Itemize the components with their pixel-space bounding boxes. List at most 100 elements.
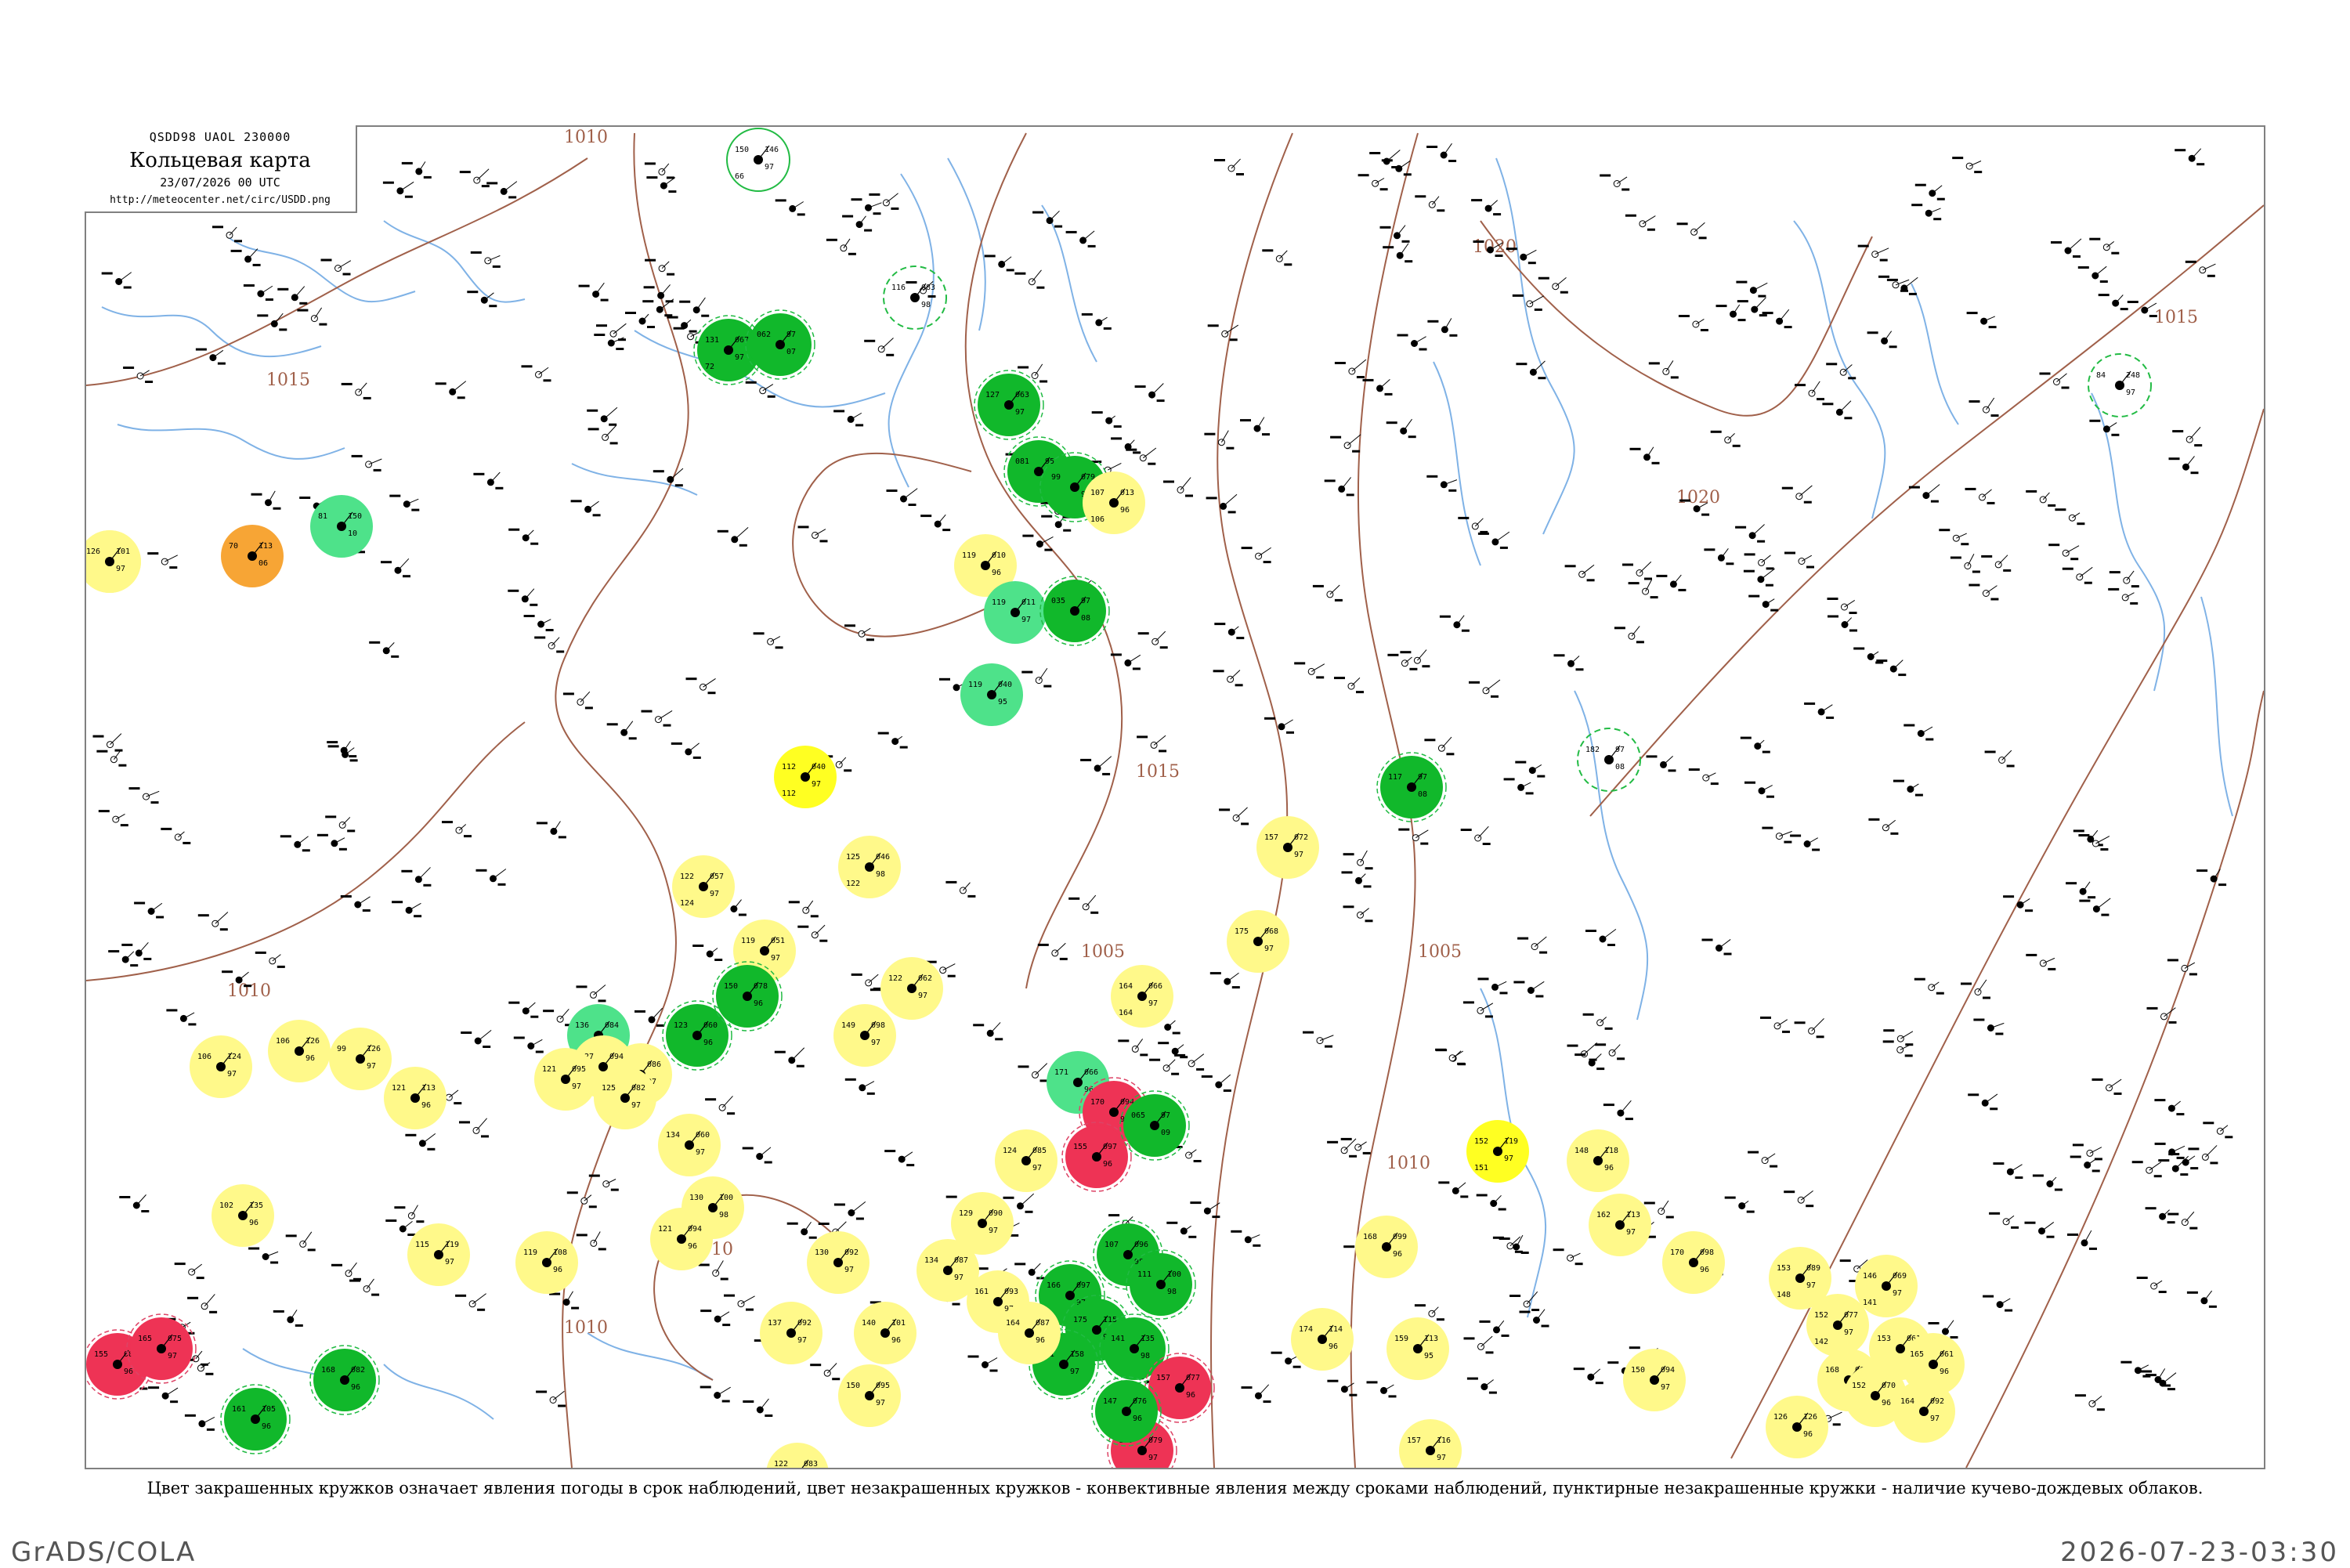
station-ring: 174 114 96: [1291, 1308, 1354, 1371]
station-value: 97: [1264, 945, 1274, 953]
station-mark: [1804, 702, 1835, 719]
station-ring: 126 126 96: [1766, 1396, 1828, 1458]
station-value: 97: [572, 1082, 581, 1091]
station-value: 113: [258, 542, 273, 551]
station-mark: [2079, 898, 2111, 916]
station-ring: 148 118 96: [1567, 1129, 1629, 1192]
station-mark: [1981, 555, 2012, 572]
station-mark: [1264, 717, 1294, 734]
station-value: 126: [367, 1045, 381, 1053]
station-mark: [1567, 1042, 1598, 1061]
station-mark: [2092, 1078, 2122, 1095]
station-ring: 159 113 95: [1386, 1317, 1449, 1380]
station-value: 97: [1504, 1154, 1513, 1163]
station-value: 113: [421, 1084, 436, 1093]
station-mark: [1081, 313, 1112, 330]
station-ring: 134 060 97: [658, 1114, 721, 1176]
station-mark: [576, 985, 606, 1003]
station-mark: [698, 1260, 728, 1281]
river-line: [947, 157, 986, 331]
station-value: 125: [846, 853, 860, 862]
station-value: 96: [553, 1266, 562, 1274]
weather-map: 1010101510051020101510151010102010101005…: [85, 125, 2265, 1469]
station-value: 150: [1631, 1366, 1645, 1375]
station-mark: [1828, 615, 1857, 632]
station-mark: [1748, 1151, 1778, 1168]
station-mark: [1517, 936, 1548, 954]
river-line: [1574, 690, 1649, 1021]
station-value: 087: [1036, 1319, 1050, 1328]
station-mark: [587, 406, 618, 426]
station-value: 152: [1814, 1311, 1828, 1320]
station-mark: [743, 1398, 773, 1417]
station-mark: [1762, 309, 1792, 329]
station-value: 96: [1329, 1342, 1338, 1351]
station-mark: [174, 1263, 204, 1280]
station-value: 153: [1877, 1335, 1891, 1343]
station-mark: [1762, 826, 1792, 844]
station-mark: [1438, 1181, 1469, 1198]
station-value: 087: [954, 1256, 968, 1265]
station-value: 96: [1103, 1160, 1112, 1169]
station-value: 111: [1137, 1270, 1152, 1279]
station-ring: 149 098 97: [833, 1004, 896, 1067]
station-mark: [2154, 1099, 2185, 1116]
station-value: 107: [1090, 489, 1104, 497]
station-value: 148: [1574, 1147, 1589, 1155]
station-mark: [1564, 564, 1595, 582]
station-value: 062: [757, 331, 771, 339]
station-value: 97: [1930, 1414, 1940, 1423]
station-value: 070: [1882, 1382, 1896, 1390]
station-value: 157: [1264, 833, 1278, 842]
station-value: 96: [421, 1101, 431, 1110]
station-value: 175: [1235, 927, 1249, 936]
station-ring: 146 069 97 141: [1855, 1255, 1918, 1317]
station-mark: [851, 973, 881, 990]
station-mark: [1595, 1043, 1625, 1060]
station-mark: [1952, 157, 1983, 174]
station-value: 170: [1670, 1248, 1684, 1257]
station-ring: 168 082 96: [309, 1345, 380, 1415]
station-mark: [1166, 1221, 1197, 1238]
station-value: 077: [1186, 1374, 1200, 1382]
station-value: 127: [985, 391, 1000, 399]
station-mark: [508, 528, 539, 545]
map-header: QSDD98 UAOL 230000 Кольцевая карта 23/07…: [85, 125, 357, 213]
station-mark: [2078, 834, 2110, 851]
station-mark: [2055, 508, 2085, 526]
station-ring: 121 113 96: [384, 1067, 446, 1129]
station-mark: [1965, 487, 1995, 504]
station-mark: [774, 1047, 805, 1068]
station-value: 092: [797, 1319, 812, 1328]
station-mark: [1327, 1379, 1358, 1396]
station-mark: [1469, 679, 1501, 698]
station-value: 077: [1844, 1311, 1858, 1320]
station-mark: [1794, 1017, 1824, 1039]
station-mark: [1973, 1018, 2005, 1035]
station-mark: [1503, 778, 1534, 795]
station-value: 97: [2126, 388, 2135, 397]
station-mark: [1735, 524, 1766, 543]
station-mark: [273, 1310, 303, 1327]
station-value: 094: [1661, 1366, 1675, 1375]
station-value: 97: [771, 954, 780, 963]
footer-timestamp: 2026-07-23-03:30: [2060, 1537, 2339, 1568]
isobar-value-label: 1020: [1676, 488, 1720, 508]
station-mark: [1585, 928, 1617, 946]
station-mark: [1553, 654, 1584, 671]
station-value: 96: [1882, 1399, 1891, 1407]
station-value: 135: [1141, 1335, 1155, 1343]
station-mark: [1744, 553, 1774, 570]
station-value: 129: [959, 1209, 973, 1218]
station-mark: [967, 1355, 998, 1372]
stations-layer: 1249709124701130681150101310679772062970…: [86, 128, 2233, 1468]
station-value: 068: [1264, 927, 1278, 936]
station-value: 085: [1032, 1147, 1047, 1155]
station-value: 96: [124, 1367, 133, 1376]
station-mark: [1716, 304, 1746, 322]
station-ring: 122 062 97: [880, 957, 943, 1020]
station-mark: [1303, 1031, 1334, 1048]
station-mark: [277, 286, 308, 305]
station-value: 106: [276, 1037, 290, 1046]
station-value: 97: [735, 353, 744, 362]
